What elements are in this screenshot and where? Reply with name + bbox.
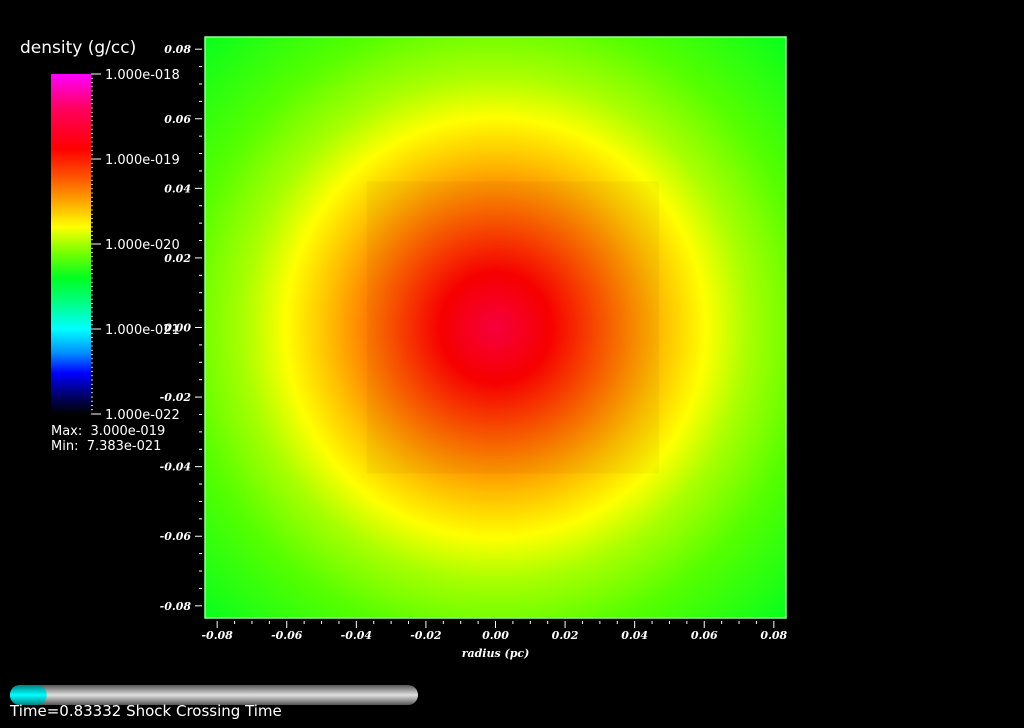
colorbar-label: 1.000e-019	[105, 153, 180, 168]
x-tick-label: 0.04	[621, 629, 648, 642]
x-tick-label: 0.00	[482, 629, 509, 642]
max-value-label: Max: 3.000e-019	[51, 424, 166, 439]
y-tick-label: 0.02	[164, 252, 191, 265]
time-label: Time=0.83332 Shock Crossing Time	[10, 702, 282, 720]
refinement-region	[367, 181, 659, 473]
x-tick-label: -0.02	[410, 629, 442, 642]
x-axis-label: radius (pc)	[462, 647, 530, 660]
colorbar: 1.000e-018 1.000e-019 1.000e-020 1.000e-021…	[51, 68, 180, 423]
colorbar-label: 1.000e-020	[105, 238, 180, 253]
colorbar-label: 1.000e-022	[105, 408, 180, 423]
x-tick-label: -0.08	[201, 629, 233, 642]
x-tick-label: 0.06	[691, 629, 718, 642]
colorbar-title: density (g/cc)	[20, 38, 137, 58]
y-tick-label: 0.04	[164, 182, 191, 195]
visualization-canvas: -0.08 -0.06 -0.04 -0.02 0.00 0.02 0.04 0.06 0.08…	[10, 36, 788, 705]
x-tick-label: -0.06	[271, 629, 303, 642]
y-tick-label: -0.08	[160, 600, 192, 613]
min-value-label: Min: 7.383e-021	[51, 439, 162, 454]
x-tick-label: 0.02	[552, 629, 579, 642]
x-tick-label: -0.04	[341, 629, 372, 642]
y-tick-label: 0.08	[164, 43, 191, 56]
colorbar-label: 1.000e-021	[105, 323, 180, 338]
y-tick-label: -0.02	[160, 391, 192, 404]
y-tick-label: -0.04	[160, 461, 191, 474]
y-tick-label: 0.06	[164, 113, 191, 126]
colorbar-label: 1.000e-018	[105, 68, 180, 83]
y-tick-label: -0.06	[160, 530, 192, 543]
x-tick-label: 0.08	[760, 629, 787, 642]
colorbar-gradient	[51, 74, 91, 414]
density-plot	[204, 36, 787, 619]
